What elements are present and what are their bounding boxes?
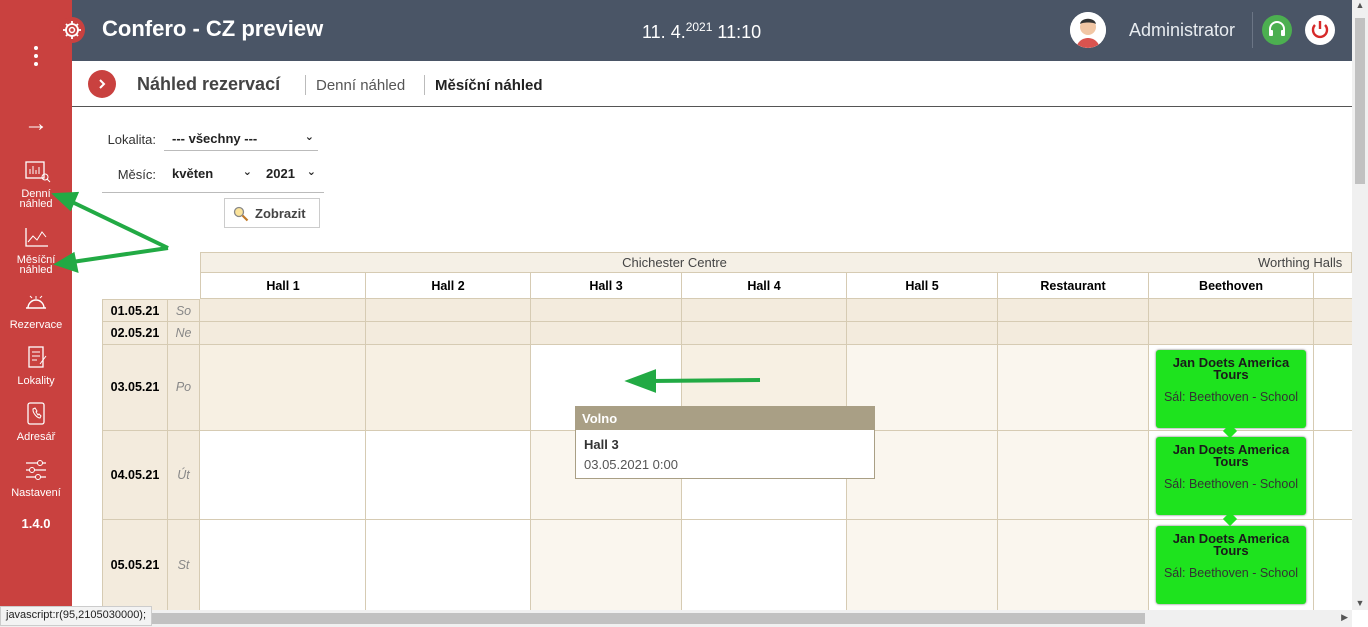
- scrollbar-thumb[interactable]: [1355, 18, 1365, 184]
- scroll-right-icon[interactable]: ▶: [1341, 612, 1348, 623]
- scrollbar-thumb[interactable]: [150, 613, 1145, 624]
- status-bar: javascript:r(95,2105030000);: [0, 606, 153, 626]
- scroll-down-icon[interactable]: ▼: [1352, 598, 1368, 608]
- annotation-arrows: [51, 191, 761, 393]
- vertical-scrollbar[interactable]: ▲ ▼: [1352, 0, 1368, 610]
- scroll-up-icon[interactable]: ▲: [1352, 0, 1368, 10]
- horizontal-scrollbar[interactable]: ▶: [0, 610, 1352, 627]
